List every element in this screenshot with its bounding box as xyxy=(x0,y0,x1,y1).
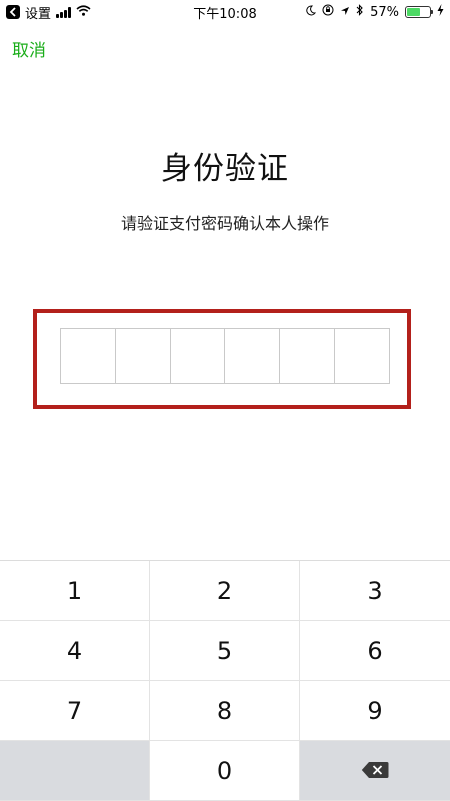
keypad-key-3[interactable]: 3 xyxy=(300,561,450,621)
delete-button[interactable] xyxy=(300,741,450,801)
page-subtitle: 请验证支付密码确认本人操作 xyxy=(120,214,329,233)
keypad-key-4[interactable]: 4 xyxy=(0,621,150,681)
battery-percent: 57% xyxy=(370,4,399,20)
bluetooth-icon xyxy=(356,4,364,20)
keypad-key-8[interactable]: 8 xyxy=(150,681,300,741)
pin-digit-cell[interactable] xyxy=(116,329,171,383)
pin-input[interactable] xyxy=(60,328,390,384)
orientation-lock-icon xyxy=(322,4,334,20)
pin-digit-cell[interactable] xyxy=(335,329,389,383)
keypad-key-6[interactable]: 6 xyxy=(300,621,450,681)
numeric-keypad: 123 456 7890 xyxy=(0,560,450,801)
pin-digit-cell[interactable] xyxy=(61,329,116,383)
location-icon xyxy=(340,5,350,20)
status-right: 57% xyxy=(305,3,444,21)
cancel-button[interactable]: 取消 xyxy=(12,36,46,61)
status-bar: 设置 下午10:08 57% xyxy=(0,0,450,24)
page-title: 身份验证 xyxy=(161,151,289,187)
keypad-key-0[interactable]: 0 xyxy=(150,741,300,801)
keypad-key-9[interactable]: 9 xyxy=(300,681,450,741)
keypad-key-7[interactable]: 7 xyxy=(0,681,150,741)
battery-icon xyxy=(405,6,433,18)
pin-digit-cell[interactable] xyxy=(225,329,281,383)
keypad-key-2[interactable]: 2 xyxy=(150,561,300,621)
pin-digit-cell[interactable] xyxy=(280,329,336,383)
keypad-blank xyxy=(0,741,150,801)
delete-icon xyxy=(361,757,389,785)
pin-digit-cell[interactable] xyxy=(171,329,226,383)
battery-level xyxy=(407,8,420,16)
moon-icon xyxy=(305,4,317,20)
charging-icon xyxy=(437,4,444,20)
keypad-key-5[interactable]: 5 xyxy=(150,621,300,681)
keypad-key-1[interactable]: 1 xyxy=(0,561,150,621)
